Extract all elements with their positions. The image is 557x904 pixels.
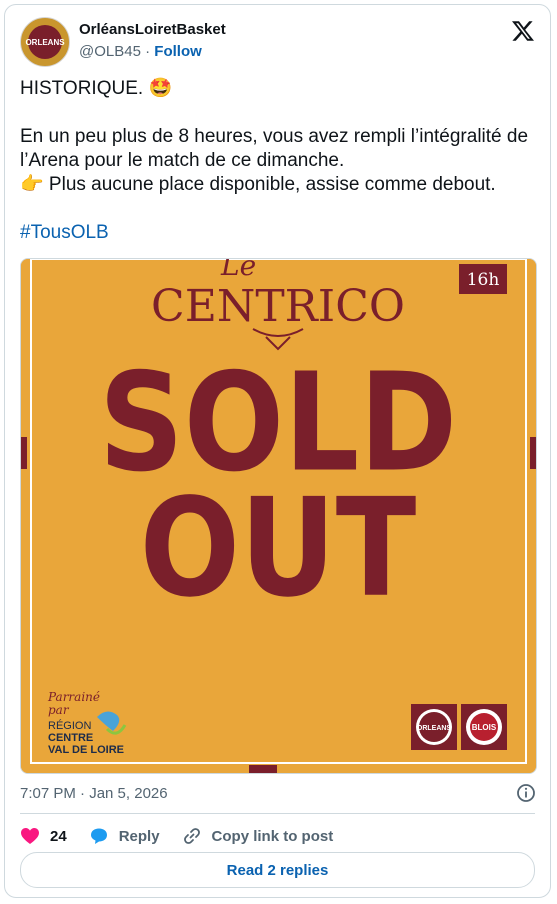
author-display-name[interactable]: OrléansLoiretBasket — [79, 21, 226, 38]
avatar[interactable]: ORLEANS — [20, 17, 70, 67]
tweet-media-image[interactable]: Le CENTRICO 16h SOLD OUT Parrainé par RÉ… — [20, 258, 537, 774]
like-count: 24 — [50, 827, 67, 845]
headline-out: OUT — [140, 469, 417, 627]
tweet-line-3: 👉 Plus aucune place disponible, assise c… — [20, 174, 496, 195]
info-icon[interactable] — [516, 783, 536, 803]
like-button[interactable]: 24 — [20, 827, 67, 845]
avatar-text: ORLEANS — [25, 38, 65, 47]
tweet-timestamp[interactable]: 7:07 PM · Jan 5, 2026 — [20, 785, 168, 802]
region-line-3: VAL DE LOIRE — [48, 744, 124, 756]
action-bar: 24 Reply Copy link to post — [20, 823, 355, 849]
tweet-line-2: En un peu plus de 8 heures, vous avez re… — [20, 126, 529, 171]
copy-link-label: Copy link to post — [211, 827, 334, 845]
follow-button[interactable]: Follow — [154, 43, 202, 60]
author-handle-row: @OLB45 · Follow — [79, 43, 202, 60]
poster-title: CENTRICO — [151, 281, 405, 332]
sold-out-poster: Le CENTRICO 16h SOLD OUT Parrainé par RÉ… — [21, 259, 536, 773]
tweet-card: ORLEANS OrléansLoiretBasket @OLB45 · Fol… — [4, 4, 551, 898]
logo-right-text: BLOIS — [472, 723, 497, 732]
logo-left-text: ORLEANS — [417, 725, 452, 732]
hashtag-link[interactable]: #TousOLB — [20, 221, 535, 245]
tweet-text: HISTORIQUE. 🤩 En un peu plus de 8 heures… — [20, 77, 535, 245]
reply-bubble-icon — [90, 828, 107, 844]
olb-logo-icon: ORLEANS — [22, 19, 68, 65]
reply-label: Reply — [118, 827, 160, 845]
sponsor-line-2: par — [48, 703, 70, 717]
heart-icon — [21, 828, 39, 844]
region-line-1: RÉGION — [48, 719, 91, 732]
poster-title-top: Le — [220, 259, 256, 282]
reply-button[interactable]: Reply — [89, 827, 160, 845]
tweet-line-1: HISTORIQUE. 🤩 — [20, 78, 173, 99]
time-badge-label: 16h — [467, 270, 500, 290]
separator: · — [145, 43, 151, 60]
author-handle[interactable]: @OLB45 — [79, 43, 141, 60]
tweet-header: ORLEANS OrléansLoiretBasket @OLB45 · Fol… — [20, 17, 535, 67]
sponsor-line-1: Parrainé — [47, 690, 100, 704]
divider — [20, 813, 535, 814]
copy-link-button[interactable]: Copy link to post — [182, 826, 334, 846]
read-replies-button[interactable]: Read 2 replies — [20, 852, 535, 888]
region-line-2: CENTRE — [48, 732, 93, 744]
link-icon — [183, 828, 200, 844]
x-logo-icon[interactable] — [511, 19, 535, 43]
